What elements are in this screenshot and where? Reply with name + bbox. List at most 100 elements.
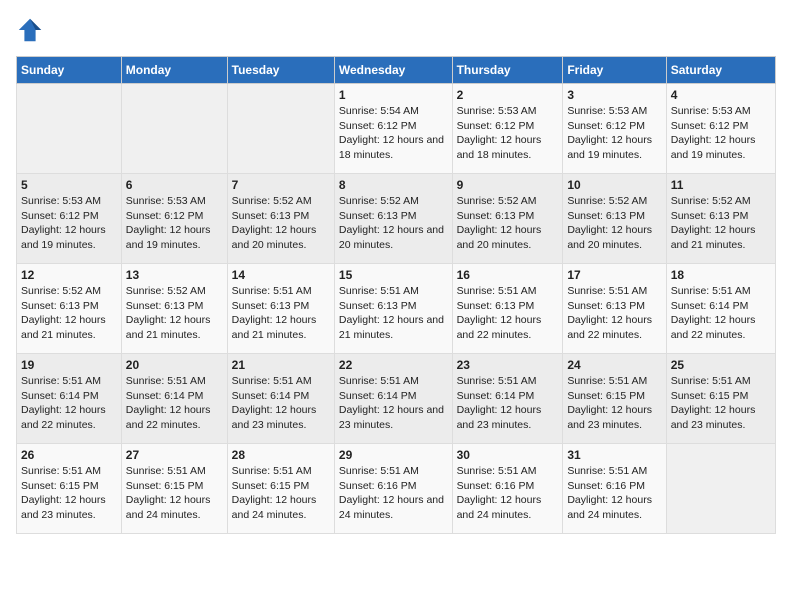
day-info: Sunrise: 5:53 AM Sunset: 6:12 PM Dayligh… xyxy=(671,104,771,163)
calendar-cell: 11 Sunrise: 5:52 AM Sunset: 6:13 PM Dayli… xyxy=(666,174,775,264)
calendar-cell: 20 Sunrise: 5:51 AM Sunset: 6:14 PM Dayli… xyxy=(121,354,227,444)
day-number: 3 xyxy=(567,88,661,102)
day-number: 13 xyxy=(126,268,223,282)
day-header-monday: Monday xyxy=(121,57,227,84)
calendar-cell: 31Sunrise: 5:51 AM Sunset: 6:16 PM Dayli… xyxy=(563,444,666,534)
calendar-cell: 16Sunrise: 5:51 AM Sunset: 6:13 PM Dayli… xyxy=(452,264,563,354)
calendar-cell: 21 Sunrise: 5:51 AM Sunset: 6:14 PM Dayli… xyxy=(227,354,334,444)
calendar-week-row: 26Sunrise: 5:51 AM Sunset: 6:15 PM Dayli… xyxy=(17,444,776,534)
calendar-cell: 24 Sunrise: 5:51 AM Sunset: 6:15 PM Dayli… xyxy=(563,354,666,444)
calendar-week-row: 5 Sunrise: 5:53 AM Sunset: 6:12 PM Daylig… xyxy=(17,174,776,264)
day-info: Sunrise: 5:51 AM Sunset: 6:14 PM Dayligh… xyxy=(126,374,223,433)
calendar-cell xyxy=(17,84,122,174)
calendar-cell: 12 Sunrise: 5:52 AM Sunset: 6:13 PM Dayli… xyxy=(17,264,122,354)
day-info: Sunrise: 5:52 AM Sunset: 6:13 PM Dayligh… xyxy=(339,194,448,253)
calendar-cell: 5Sunrise: 5:53 AM Sunset: 6:12 PM Daylig… xyxy=(17,174,122,264)
day-info: Sunrise: 5:51 AM Sunset: 6:16 PM Dayligh… xyxy=(567,464,661,523)
calendar-cell: 25 Sunrise: 5:51 AM Sunset: 6:15 PM Dayli… xyxy=(666,354,775,444)
calendar-cell: 18 Sunrise: 5:51 AM Sunset: 6:14 PM Dayli… xyxy=(666,264,775,354)
day-number: 1 xyxy=(339,88,448,102)
day-number: 15 xyxy=(339,268,448,282)
day-info: Sunrise: 5:51 AM Sunset: 6:14 PM Dayligh… xyxy=(339,374,448,433)
day-info: Sunrise: 5:52 AM Sunset: 6:13 PM Dayligh… xyxy=(126,284,223,343)
day-info: Sunrise: 5:51 AM Sunset: 6:16 PM Dayligh… xyxy=(339,464,448,523)
calendar-cell: 15 Sunrise: 5:51 AM Sunset: 6:13 PM Dayli… xyxy=(334,264,452,354)
day-info: Sunrise: 5:51 AM Sunset: 6:14 PM Dayligh… xyxy=(457,374,559,433)
calendar-cell: 30 Sunrise: 5:51 AM Sunset: 6:16 PM Dayli… xyxy=(452,444,563,534)
day-info: Sunrise: 5:51 AM Sunset: 6:15 PM Dayligh… xyxy=(232,464,330,523)
calendar-cell: 26Sunrise: 5:51 AM Sunset: 6:15 PM Dayli… xyxy=(17,444,122,534)
header xyxy=(16,16,776,44)
day-number: 10 xyxy=(567,178,661,192)
calendar-cell: 19 Sunrise: 5:51 AM Sunset: 6:14 PM Dayli… xyxy=(17,354,122,444)
day-number: 12 xyxy=(21,268,117,282)
day-info: Sunrise: 5:51 AM Sunset: 6:14 PM Dayligh… xyxy=(232,374,330,433)
calendar-table: SundayMondayTuesdayWednesdayThursdayFrid… xyxy=(16,56,776,534)
day-number: 14 xyxy=(232,268,330,282)
day-info: Sunrise: 5:51 AM Sunset: 6:14 PM Dayligh… xyxy=(21,374,117,433)
calendar-cell: 2Sunrise: 5:53 AM Sunset: 6:12 PM Daylig… xyxy=(452,84,563,174)
day-info: Sunrise: 5:53 AM Sunset: 6:12 PM Dayligh… xyxy=(126,194,223,253)
calendar-cell: 22 Sunrise: 5:51 AM Sunset: 6:14 PM Dayli… xyxy=(334,354,452,444)
calendar-cell: 8 Sunrise: 5:52 AM Sunset: 6:13 PM Daylig… xyxy=(334,174,452,264)
day-number: 5 xyxy=(21,178,117,192)
day-info: Sunrise: 5:51 AM Sunset: 6:15 PM Dayligh… xyxy=(21,464,117,523)
day-number: 6 xyxy=(126,178,223,192)
calendar-cell: 17Sunrise: 5:51 AM Sunset: 6:13 PM Dayli… xyxy=(563,264,666,354)
logo-icon xyxy=(16,16,44,44)
day-number: 29 xyxy=(339,448,448,462)
calendar-cell: 14 Sunrise: 5:51 AM Sunset: 6:13 PM Dayli… xyxy=(227,264,334,354)
day-number: 30 xyxy=(457,448,559,462)
day-number: 24 xyxy=(567,358,661,372)
calendar-cell: 1 Sunrise: 5:54 AM Sunset: 6:12 PM Daylig… xyxy=(334,84,452,174)
day-info: Sunrise: 5:52 AM Sunset: 6:13 PM Dayligh… xyxy=(567,194,661,253)
day-number: 19 xyxy=(21,358,117,372)
logo xyxy=(16,16,48,44)
day-info: Sunrise: 5:51 AM Sunset: 6:15 PM Dayligh… xyxy=(671,374,771,433)
calendar-week-row: 12 Sunrise: 5:52 AM Sunset: 6:13 PM Dayli… xyxy=(17,264,776,354)
day-number: 27 xyxy=(126,448,223,462)
day-info: Sunrise: 5:51 AM Sunset: 6:16 PM Dayligh… xyxy=(457,464,559,523)
calendar-cell xyxy=(227,84,334,174)
calendar-cell: 27 Sunrise: 5:51 AM Sunset: 6:15 PM Dayli… xyxy=(121,444,227,534)
day-number: 20 xyxy=(126,358,223,372)
day-number: 22 xyxy=(339,358,448,372)
calendar-cell: 7 Sunrise: 5:52 AM Sunset: 6:13 PM Daylig… xyxy=(227,174,334,264)
calendar-cell xyxy=(666,444,775,534)
day-info: Sunrise: 5:52 AM Sunset: 6:13 PM Dayligh… xyxy=(232,194,330,253)
day-info: Sunrise: 5:51 AM Sunset: 6:15 PM Dayligh… xyxy=(567,374,661,433)
day-info: Sunrise: 5:52 AM Sunset: 6:13 PM Dayligh… xyxy=(457,194,559,253)
calendar-cell: 9 Sunrise: 5:52 AM Sunset: 6:13 PM Daylig… xyxy=(452,174,563,264)
calendar-cell: 10 Sunrise: 5:52 AM Sunset: 6:13 PM Dayli… xyxy=(563,174,666,264)
calendar-header-row: SundayMondayTuesdayWednesdayThursdayFrid… xyxy=(17,57,776,84)
calendar-cell: 29 Sunrise: 5:51 AM Sunset: 6:16 PM Dayli… xyxy=(334,444,452,534)
calendar-week-row: 19 Sunrise: 5:51 AM Sunset: 6:14 PM Dayli… xyxy=(17,354,776,444)
day-info: Sunrise: 5:52 AM Sunset: 6:13 PM Dayligh… xyxy=(671,194,771,253)
day-number: 8 xyxy=(339,178,448,192)
day-header-thursday: Thursday xyxy=(452,57,563,84)
calendar-cell: 4 Sunrise: 5:53 AM Sunset: 6:12 PM Daylig… xyxy=(666,84,775,174)
day-info: Sunrise: 5:51 AM Sunset: 6:13 PM Dayligh… xyxy=(339,284,448,343)
day-info: Sunrise: 5:51 AM Sunset: 6:14 PM Dayligh… xyxy=(671,284,771,343)
day-header-wednesday: Wednesday xyxy=(334,57,452,84)
day-info: Sunrise: 5:52 AM Sunset: 6:13 PM Dayligh… xyxy=(21,284,117,343)
day-header-sunday: Sunday xyxy=(17,57,122,84)
day-info: Sunrise: 5:53 AM Sunset: 6:12 PM Dayligh… xyxy=(567,104,661,163)
day-number: 9 xyxy=(457,178,559,192)
day-number: 21 xyxy=(232,358,330,372)
day-number: 16 xyxy=(457,268,559,282)
calendar-week-row: 1 Sunrise: 5:54 AM Sunset: 6:12 PM Daylig… xyxy=(17,84,776,174)
day-header-saturday: Saturday xyxy=(666,57,775,84)
day-number: 4 xyxy=(671,88,771,102)
day-number: 7 xyxy=(232,178,330,192)
day-info: Sunrise: 5:54 AM Sunset: 6:12 PM Dayligh… xyxy=(339,104,448,163)
calendar-cell: 6 Sunrise: 5:53 AM Sunset: 6:12 PM Daylig… xyxy=(121,174,227,264)
day-info: Sunrise: 5:51 AM Sunset: 6:13 PM Dayligh… xyxy=(232,284,330,343)
calendar-cell: 23Sunrise: 5:51 AM Sunset: 6:14 PM Dayli… xyxy=(452,354,563,444)
calendar-cell: 13 Sunrise: 5:52 AM Sunset: 6:13 PM Dayli… xyxy=(121,264,227,354)
day-number: 17 xyxy=(567,268,661,282)
day-info: Sunrise: 5:51 AM Sunset: 6:15 PM Dayligh… xyxy=(126,464,223,523)
day-number: 25 xyxy=(671,358,771,372)
day-number: 18 xyxy=(671,268,771,282)
day-number: 11 xyxy=(671,178,771,192)
